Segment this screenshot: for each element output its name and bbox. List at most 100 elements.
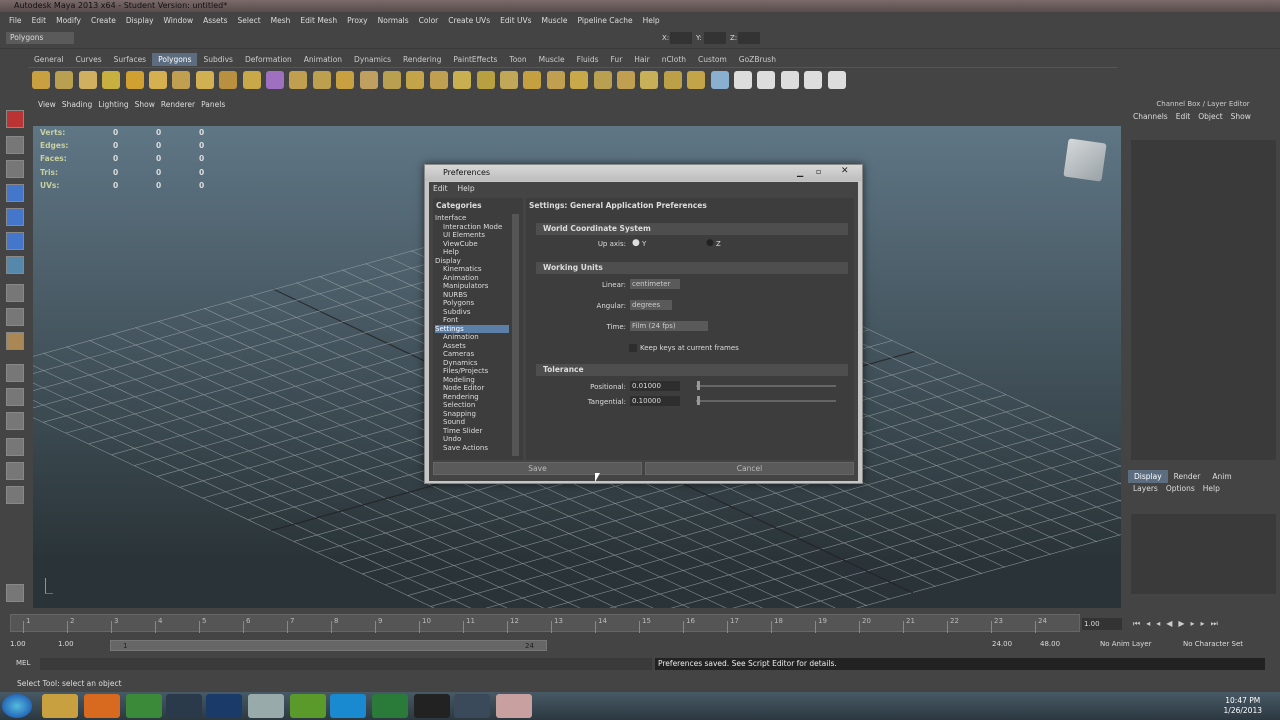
category-item[interactable]: Animation — [435, 333, 509, 342]
tangential-field[interactable]: 0.10000 — [630, 396, 680, 406]
category-item[interactable]: Settings — [435, 324, 509, 333]
shelf-tool-icon[interactable] — [383, 71, 401, 89]
excel-icon[interactable] — [372, 694, 408, 718]
viewcube-icon[interactable] — [1063, 138, 1107, 182]
category-item[interactable]: Manipulators — [435, 282, 509, 291]
category-item[interactable]: Files/Projects — [435, 367, 509, 376]
shelf-tab-painteffects[interactable]: PaintEffects — [447, 53, 503, 66]
tangential-slider[interactable] — [696, 400, 836, 402]
channel-menu-edit[interactable]: Edit — [1176, 110, 1191, 124]
shelf-tool-icon[interactable] — [757, 71, 776, 89]
start-button-icon[interactable] — [2, 694, 32, 718]
menu-mesh[interactable]: Mesh — [266, 14, 296, 28]
shelf-tool-icon[interactable] — [546, 71, 565, 89]
channel-list[interactable] — [1131, 140, 1276, 460]
menu-modify[interactable]: Modify — [51, 14, 86, 28]
shelf-tab-rendering[interactable]: Rendering — [397, 53, 447, 66]
category-item[interactable]: Selection — [435, 401, 509, 410]
clock[interactable]: 10:47 PM 1/26/2013 — [1224, 696, 1262, 716]
category-item[interactable]: Display — [435, 257, 509, 266]
menu-edit[interactable]: Edit — [27, 14, 52, 28]
shelf-tab-surfaces[interactable]: Surfaces — [108, 53, 152, 66]
category-item[interactable]: Animation — [435, 274, 509, 283]
angular-dropdown[interactable]: degrees — [630, 300, 672, 310]
viewport-menu-renderer[interactable]: Renderer — [158, 98, 198, 111]
current-time-field[interactable]: 1.00 — [1082, 618, 1122, 630]
up-axis-y-radio[interactable]: ● — [632, 238, 640, 248]
spotify-icon[interactable] — [290, 694, 326, 718]
layout-two-icon[interactable] — [6, 412, 24, 430]
minimize-icon[interactable]: ▁ — [797, 168, 803, 177]
menu-window[interactable]: Window — [159, 14, 199, 28]
viewport-menu-lighting[interactable]: Lighting — [95, 98, 131, 111]
shelf-tab-fur[interactable]: Fur — [605, 53, 629, 66]
shelf-tool-icon[interactable] — [359, 71, 378, 89]
range-bar[interactable]: 1 24 — [110, 640, 547, 651]
shelf-tool-icon[interactable] — [336, 71, 355, 89]
shelf-tool-icon[interactable] — [242, 71, 261, 89]
menu-help[interactable]: Help — [638, 14, 665, 28]
character-set-dropdown[interactable]: No Character Set — [1183, 640, 1243, 648]
layout-persp-icon[interactable] — [6, 438, 24, 456]
layer-menu-options[interactable]: Options — [1166, 484, 1195, 493]
steam-icon[interactable] — [166, 694, 202, 718]
category-item[interactable]: Sound — [435, 418, 509, 427]
category-item[interactable]: Polygons — [435, 299, 509, 308]
layout-four-icon[interactable] — [6, 388, 24, 406]
viewport-menu-panels[interactable]: Panels — [198, 98, 228, 111]
shelf-tab-ncloth[interactable]: nCloth — [656, 53, 692, 66]
command-language[interactable]: MEL — [16, 659, 30, 667]
shelf-tool-icon[interactable] — [149, 71, 167, 89]
menu-assets[interactable]: Assets — [198, 14, 232, 28]
keep-keys-checkbox[interactable] — [629, 344, 637, 352]
mode-selector[interactable]: Polygons — [6, 32, 74, 44]
shelf-tool-icon[interactable] — [710, 71, 729, 89]
shelf-tool-icon[interactable] — [125, 71, 144, 89]
move-tool-icon[interactable] — [6, 184, 24, 202]
viewport-menu-view[interactable]: View — [35, 98, 59, 111]
dialog-menu-edit[interactable]: Edit — [433, 184, 448, 193]
menu-create-uvs[interactable]: Create UVs — [443, 14, 495, 28]
viewport-menu-shading[interactable]: Shading — [59, 98, 95, 111]
shelf-tool-icon[interactable] — [827, 71, 846, 89]
time-slider-bar[interactable]: 1 2 3 4 5 6 7 8 9 10 11 12 13 14 15 16 17 18 19 20 21 22 23 24 — [10, 614, 1080, 633]
lasso-tool-icon[interactable] — [6, 136, 24, 154]
world-coordinate-section[interactable]: World Coordinate System — [536, 223, 848, 235]
settings-icon[interactable] — [6, 584, 24, 602]
playback-controls[interactable]: ⏮◂◂◀▶▸▸⏭ — [1133, 619, 1273, 629]
menu-display[interactable]: Display — [121, 14, 159, 28]
category-item[interactable]: Help — [435, 248, 509, 257]
shelf-tool-icon[interactable] — [429, 71, 448, 89]
shelf-tab-subdivs[interactable]: Subdivs — [197, 53, 238, 66]
time-slider[interactable]: 1 2 3 4 5 6 7 8 9 10 11 12 13 14 15 16 17 18 19 20 21 22 23 24 … — [0, 610, 1280, 636]
shelf-tool-icon[interactable] — [804, 71, 823, 89]
start-time-field[interactable]: 1.00 — [10, 640, 52, 648]
working-units-section[interactable]: Working Units — [536, 262, 848, 274]
linear-dropdown[interactable]: centimeter — [630, 279, 680, 289]
shelf-tool-icon[interactable] — [687, 71, 706, 89]
shelf-tool-icon[interactable] — [55, 71, 74, 89]
viewport-menu-show[interactable]: Show — [132, 98, 158, 111]
category-item[interactable]: UI Elements — [435, 231, 509, 240]
playback-end-field[interactable]: 24.00 — [992, 640, 1034, 648]
menu-edit-mesh[interactable]: Edit Mesh — [295, 14, 342, 28]
shelf-tool-icon[interactable] — [593, 71, 612, 89]
layer-menu-help[interactable]: Help — [1203, 484, 1220, 493]
up-axis-z-radio[interactable]: ● — [706, 238, 714, 248]
maya-icon[interactable] — [454, 694, 490, 718]
category-item[interactable]: Kinematics — [435, 265, 509, 274]
channel-menu-show[interactable]: Show — [1231, 110, 1251, 124]
channel-menu-channels[interactable]: Channels — [1133, 110, 1168, 124]
command-input[interactable] — [40, 658, 652, 670]
category-item[interactable]: Snapping — [435, 410, 509, 419]
channel-menu-object[interactable]: Object — [1198, 110, 1222, 124]
category-item[interactable]: Dynamics — [435, 359, 509, 368]
dialog-menu-help[interactable]: Help — [458, 184, 475, 193]
menu-color[interactable]: Color — [414, 14, 444, 28]
shelf-tool-icon[interactable] — [570, 71, 589, 89]
shelf-tool-icon[interactable] — [312, 71, 331, 89]
itunes-icon[interactable] — [248, 694, 284, 718]
shelf-tab-gozbrush[interactable]: GoZBrush — [733, 53, 782, 66]
shelf-tab-fluids[interactable]: Fluids — [571, 53, 605, 66]
shelf-tab-custom[interactable]: Custom — [692, 53, 733, 66]
